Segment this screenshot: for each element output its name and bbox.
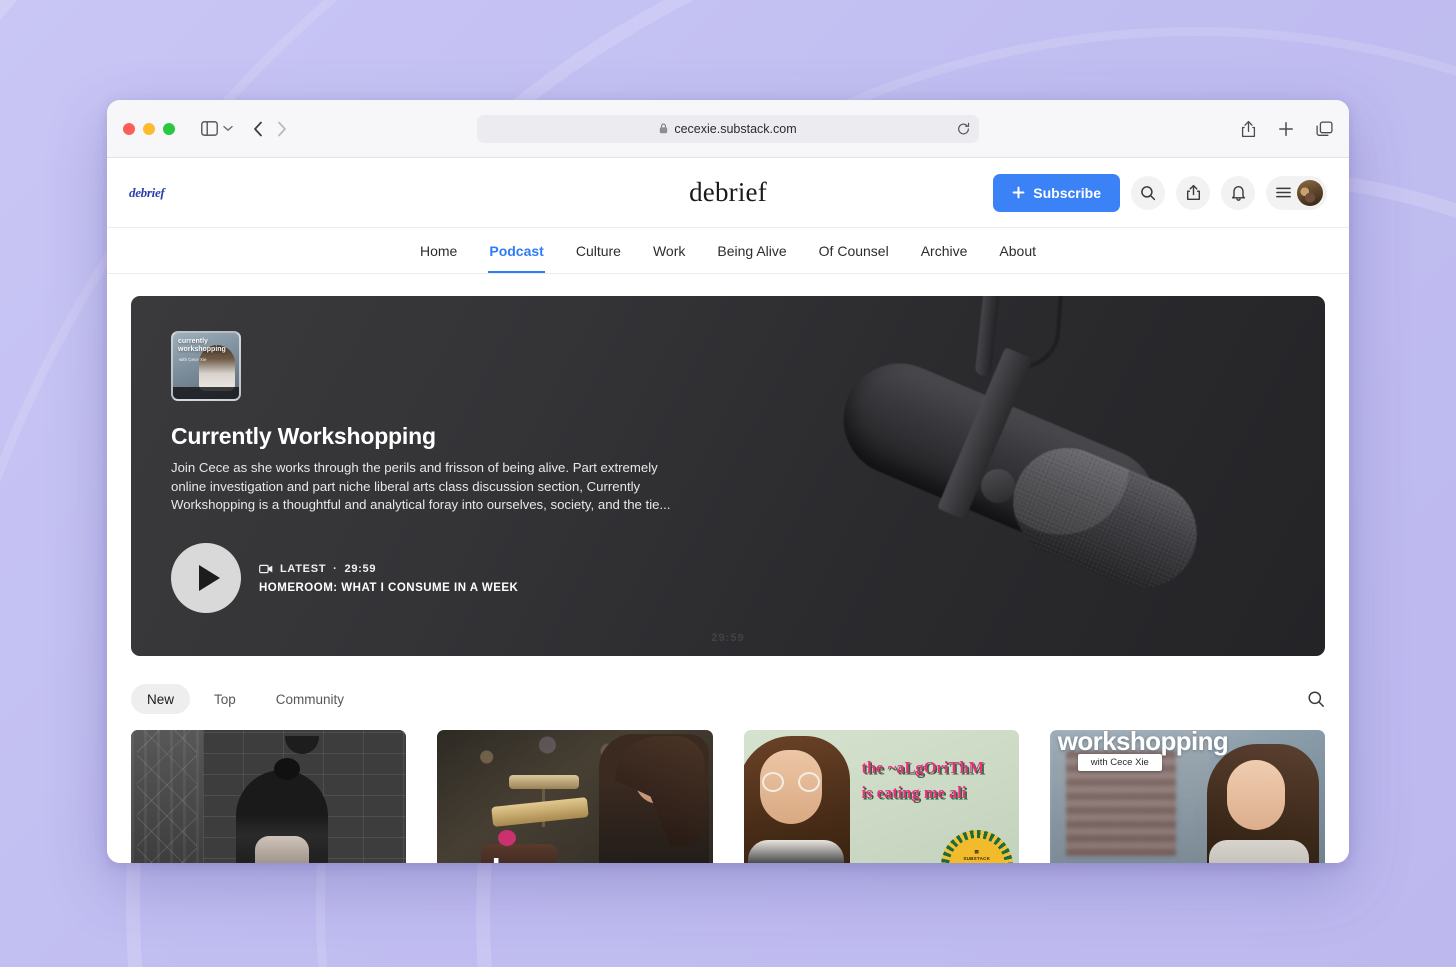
- nav-item-podcast[interactable]: Podcast: [488, 228, 546, 273]
- nav-item-work[interactable]: Work: [652, 228, 686, 273]
- episode-duration: 29:59: [344, 562, 377, 575]
- play-button[interactable]: [171, 543, 241, 614]
- nav-item-about[interactable]: About: [998, 228, 1037, 273]
- share-icon[interactable]: [1241, 120, 1256, 138]
- subscribe-button[interactable]: Subscribe: [993, 173, 1120, 212]
- forward-arrow-icon[interactable]: [277, 121, 287, 137]
- card-overlay-text: homeroom: [492, 852, 659, 863]
- person: [743, 732, 856, 863]
- navigation-arrows: [253, 121, 287, 137]
- episode-card-4[interactable]: workshopping with Cece Xie: [1049, 730, 1325, 863]
- card-overlay-text: workshopping: [1057, 730, 1229, 756]
- search-icon: [1140, 185, 1156, 201]
- nav-item-of-counsel[interactable]: Of Counsel: [818, 228, 890, 273]
- episode-separator: ·: [333, 562, 338, 575]
- tab-top[interactable]: Top: [198, 684, 252, 714]
- nav-item-being-alive[interactable]: Being Alive: [716, 228, 787, 273]
- person-shirt: [747, 840, 844, 863]
- person: [1203, 744, 1319, 863]
- plus-icon[interactable]: [1278, 121, 1294, 137]
- card-overlay-text: the ~aLgOriThM is eating me ali: [862, 756, 985, 806]
- webpage-content: debrief debrief Subscribe Home Podcast C…: [107, 158, 1349, 863]
- browser-toolbar: cecexie.substack.com: [107, 100, 1349, 158]
- overlay-text-line-2: is eating me ali: [861, 782, 967, 802]
- badge-inner: ▤ SUBSTACK FEATURED PUBLICATION 2023: [948, 838, 1005, 863]
- header-actions: Subscribe: [993, 173, 1327, 212]
- hero-description: Join Cece as she works through the peril…: [171, 460, 671, 513]
- nav-item-home[interactable]: Home: [419, 228, 458, 273]
- tab-overview-icon[interactable]: [1316, 120, 1333, 137]
- episode-card-1[interactable]: [131, 730, 407, 863]
- podcast-cover-thumbnail[interactable]: currently workshopping with Cece Xie: [171, 331, 241, 401]
- avatar[interactable]: [1297, 179, 1323, 206]
- publication-header: debrief debrief Subscribe: [107, 158, 1349, 228]
- subscribe-label: Subscribe: [1033, 184, 1101, 201]
- search-icon[interactable]: [1307, 690, 1325, 708]
- plus-icon: [1012, 186, 1025, 199]
- video-camera-icon: [259, 564, 273, 574]
- hero-title: Currently Workshopping: [171, 423, 436, 449]
- person-top: [1209, 840, 1309, 863]
- flower: [497, 830, 516, 846]
- episode-card-grid: homeroom the ~aLgOriThM is eating me ali: [131, 730, 1325, 863]
- header-share-button[interactable]: [1176, 175, 1210, 210]
- hair-bun: [274, 758, 301, 780]
- substack-mark-icon: ▤: [974, 849, 980, 855]
- card-host-tag: with Cece Xie: [1077, 754, 1162, 771]
- header-search-button[interactable]: [1131, 175, 1165, 210]
- address-bar[interactable]: cecexie.substack.com: [477, 114, 979, 143]
- nav-item-archive[interactable]: Archive: [920, 228, 969, 273]
- main-content: 29:59 currently workshopping with Cece X…: [107, 274, 1349, 863]
- episode-latest-label: LATEST: [280, 562, 327, 575]
- curtain-pattern: [136, 730, 198, 863]
- hero-inner: currently workshopping with Cece Xie Cur…: [131, 296, 1325, 614]
- play-icon: [198, 565, 220, 592]
- episode-card-3[interactable]: the ~aLgOriThM is eating me ali ▤ SUBSTA…: [743, 730, 1019, 863]
- nav-item-culture[interactable]: Culture: [575, 228, 622, 273]
- reload-icon[interactable]: [957, 122, 970, 135]
- tab-community[interactable]: Community: [260, 684, 360, 714]
- overlay-text-line-1: the ~aLgOriThM: [861, 758, 985, 777]
- maximize-window-button[interactable]: [163, 122, 175, 135]
- hands: [254, 836, 309, 863]
- eyeglasses: [761, 772, 820, 792]
- publication-logo[interactable]: debrief: [129, 185, 165, 201]
- window-traffic-lights: [123, 122, 175, 135]
- publication-nav: Home Podcast Culture Work Being Alive Of…: [107, 228, 1349, 274]
- thumbnail-title: currently workshopping: [178, 338, 226, 354]
- lock-icon: [659, 123, 668, 134]
- thumbnail-subtitle: with Cece Xie: [179, 357, 207, 362]
- chevron-down-icon[interactable]: [223, 125, 233, 132]
- share-icon: [1186, 184, 1201, 201]
- thumbnail-bottom-bar: [173, 387, 239, 399]
- address-bar-url: cecexie.substack.com: [674, 121, 797, 136]
- account-menu-button[interactable]: [1266, 175, 1327, 210]
- podcast-hero-banner[interactable]: 29:59 currently workshopping with Cece X…: [131, 296, 1325, 656]
- notifications-button[interactable]: [1221, 175, 1255, 210]
- back-arrow-icon[interactable]: [253, 121, 263, 137]
- toolbar-right-actions: [1241, 120, 1333, 138]
- minimize-window-button[interactable]: [143, 122, 155, 135]
- episode-latest-row: LATEST · 29:59: [259, 563, 518, 575]
- sidebar-toggle-icon[interactable]: [201, 121, 218, 136]
- browser-window: cecexie.substack.com debrief debrief Sub…: [107, 100, 1349, 863]
- hero-watermark-timestamp: 29:59: [711, 632, 745, 644]
- filter-tabs: New Top Community: [131, 676, 1325, 722]
- close-window-button[interactable]: [123, 122, 135, 135]
- bell-icon: [1231, 184, 1246, 201]
- hamburger-icon[interactable]: [1276, 187, 1291, 198]
- food-platter-upper: [508, 775, 579, 789]
- episode-meta: LATEST · 29:59 HOMEROOM: WHAT I CONSUME …: [259, 563, 518, 594]
- hero-play-row: LATEST · 29:59 HOMEROOM: WHAT I CONSUME …: [171, 543, 1285, 614]
- person-face: [1227, 760, 1285, 830]
- badge-line-1: SUBSTACK: [963, 856, 991, 862]
- tab-new[interactable]: New: [131, 684, 191, 714]
- episode-title[interactable]: HOMEROOM: WHAT I CONSUME IN A WEEK: [259, 582, 518, 594]
- episode-card-2[interactable]: homeroom: [437, 730, 713, 863]
- sidebar-controls: [201, 121, 233, 136]
- publication-title: debrief: [689, 177, 767, 207]
